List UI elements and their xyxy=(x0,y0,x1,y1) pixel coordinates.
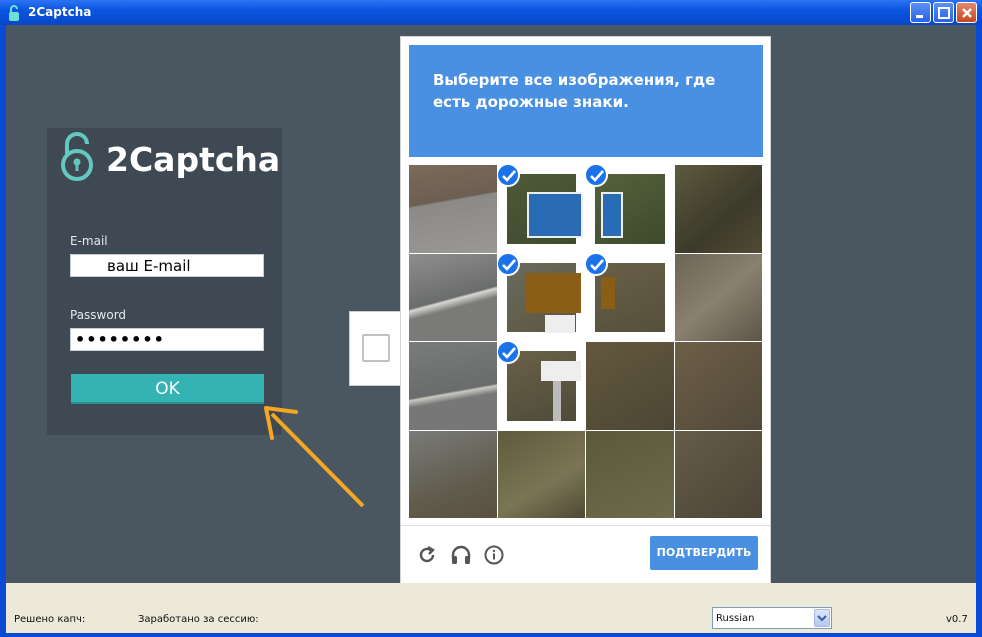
tile-image xyxy=(409,342,497,430)
close-icon xyxy=(962,8,972,18)
captcha-tile[interactable] xyxy=(409,342,497,430)
tile-image xyxy=(586,430,674,518)
captcha-footer-divider xyxy=(401,525,770,526)
tile-image xyxy=(674,342,762,430)
instruction-prefix: есть xyxy=(433,93,476,111)
captcha-checkbox-card xyxy=(349,311,403,386)
window-title: 2Captcha xyxy=(28,5,92,19)
captcha-widget: Выберите все изображения, где есть дорож… xyxy=(400,36,771,585)
instruction-emphasis: дорожные знаки xyxy=(475,93,624,111)
refresh-icon[interactable] xyxy=(417,545,437,565)
session-earnings-label: Заработано за сессию: xyxy=(138,614,259,625)
captcha-tile[interactable] xyxy=(497,430,585,518)
verify-button[interactable]: ПОДТВЕРДИТЬ xyxy=(650,536,758,570)
app-window: 2Captcha 2Captcha E-mail ваш E-mail Pass… xyxy=(0,0,982,637)
tile-image xyxy=(409,165,497,253)
tile-image xyxy=(586,342,674,430)
captcha-tile[interactable] xyxy=(586,253,674,341)
logo-text: 2Captcha xyxy=(106,140,281,179)
padlock-icon xyxy=(9,5,19,21)
captcha-tile[interactable] xyxy=(586,342,674,430)
minimize-icon xyxy=(916,15,923,18)
password-label: Password xyxy=(70,308,127,322)
captcha-tile[interactable] xyxy=(497,165,585,253)
info-icon[interactable] xyxy=(484,545,504,565)
tile-image xyxy=(595,262,665,332)
tile-image xyxy=(409,430,497,518)
email-field[interactable]: ваш E-mail xyxy=(70,254,264,277)
tile-image xyxy=(506,351,581,421)
instruction-line-1: Выберите все изображения, где xyxy=(433,71,716,89)
checkmark-icon xyxy=(497,342,520,364)
captcha-tile[interactable] xyxy=(409,430,497,518)
captcha-tile[interactable] xyxy=(674,165,762,253)
language-value: Russian xyxy=(716,613,755,624)
email-label: E-mail xyxy=(70,234,108,248)
tile-image xyxy=(595,174,665,244)
tile-image xyxy=(674,165,762,253)
orange-arrow-annotation xyxy=(264,406,365,508)
padlock-logo-icon xyxy=(61,132,93,181)
checkmark-icon xyxy=(586,253,608,276)
tile-image xyxy=(409,253,497,341)
tile-image xyxy=(506,174,583,244)
language-select[interactable]: Russian xyxy=(712,607,832,629)
tile-image xyxy=(497,430,585,518)
captcha-instruction-header: Выберите все изображения, где есть дорож… xyxy=(409,45,763,157)
status-bar: Решено капч: Заработано за сессию: Russi… xyxy=(6,583,976,633)
tile-image xyxy=(506,262,581,333)
captcha-tile[interactable] xyxy=(674,430,762,518)
captcha-image-grid xyxy=(409,165,763,519)
captcha-tile[interactable] xyxy=(674,342,762,430)
captcha-tile[interactable] xyxy=(497,342,585,430)
ok-button[interactable]: OK xyxy=(71,374,264,404)
captcha-tile[interactable] xyxy=(586,430,674,518)
captcha-tile[interactable] xyxy=(409,253,497,341)
tile-image xyxy=(674,253,762,341)
checkmark-icon xyxy=(497,165,520,187)
captcha-checkbox[interactable] xyxy=(362,334,390,362)
captcha-tile[interactable] xyxy=(409,165,497,253)
checkmark-icon xyxy=(497,253,520,276)
minimize-button[interactable] xyxy=(910,2,931,23)
tile-image xyxy=(674,430,762,518)
instruction-line-2: есть дорожные знаки. xyxy=(433,93,629,111)
captcha-tile[interactable] xyxy=(586,165,674,253)
maximize-icon xyxy=(938,7,950,19)
title-bar[interactable]: 2Captcha xyxy=(0,0,982,25)
captcha-tile[interactable] xyxy=(674,253,762,341)
solved-count-label: Решено капч: xyxy=(14,614,86,625)
chevron-down-icon[interactable] xyxy=(814,609,830,627)
captcha-tile[interactable] xyxy=(497,253,585,341)
maximize-button[interactable] xyxy=(933,2,954,23)
password-field[interactable]: •••••••• xyxy=(70,328,264,351)
version-label: v0.7 xyxy=(946,614,968,625)
headphones-icon[interactable] xyxy=(450,545,472,565)
instruction-suffix: . xyxy=(623,93,629,111)
close-button[interactable] xyxy=(956,2,977,23)
